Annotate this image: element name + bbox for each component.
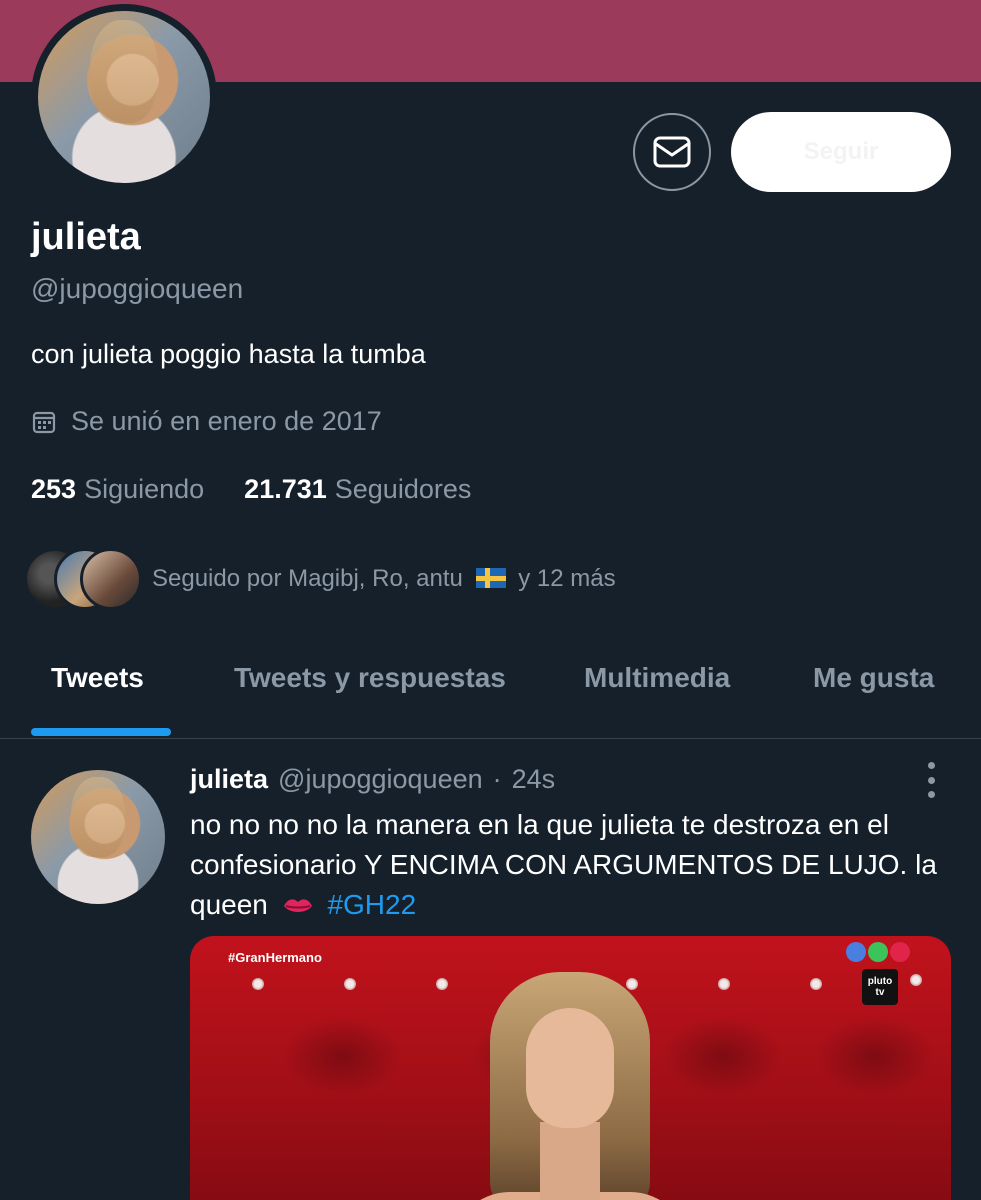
tufted-stud <box>252 978 264 990</box>
tweet-author-name[interactable]: julieta <box>190 764 268 795</box>
followed-by-suffix: y 12 más <box>518 565 616 592</box>
followed-by[interactable]: Seguido por Magibj, Ro, antu y 12 más <box>24 548 616 610</box>
follower-avatar <box>80 548 142 610</box>
tweet-avatar[interactable] <box>31 770 165 904</box>
tab-media[interactable]: Multimedia <box>584 662 730 694</box>
envelope-icon <box>653 136 691 168</box>
pluto-tv-logo: pluto tv <box>862 969 898 1005</box>
message-button[interactable] <box>633 113 711 191</box>
tweet-time[interactable]: 24s <box>512 764 556 795</box>
pluto-logo-top: pluto <box>867 976 893 987</box>
follow-button[interactable]: Seguir <box>731 112 951 192</box>
tufted-stud <box>718 978 730 990</box>
sweden-flag-icon <box>475 568 506 588</box>
profile-bio: con julieta poggio hasta la tumba <box>31 339 426 369</box>
media-person <box>450 972 690 1200</box>
tufted-stud <box>810 978 822 990</box>
profile-avatar[interactable] <box>31 4 217 190</box>
profile-stats: 253 Siguiendo 21.731 Seguidores <box>31 474 471 505</box>
tufted-stud <box>436 978 448 990</box>
calendar-icon <box>32 411 56 433</box>
tufted-stud <box>344 978 356 990</box>
joined-date: Se unió en enero de 2017 <box>31 406 382 437</box>
hashtag-link[interactable]: #GH22 <box>327 889 416 920</box>
following-stat[interactable]: 253 Siguiendo <box>31 474 204 505</box>
followers-stat[interactable]: 21.731 Seguidores <box>244 474 471 505</box>
active-tab-indicator <box>31 728 171 736</box>
tweet-text: no no no no la manera en la que julieta … <box>190 805 960 925</box>
followers-count: 21.731 <box>244 474 327 504</box>
following-label: Siguiendo <box>84 474 205 504</box>
profile-avatar-image <box>38 11 210 183</box>
tweet-media[interactable]: #GranHermano pluto tv <box>190 936 951 1200</box>
tufted-stud <box>910 974 922 986</box>
media-watermark: #GranHermano <box>228 950 322 965</box>
profile-handle: @jupoggioqueen <box>31 273 244 304</box>
profile-name: julieta <box>31 216 141 258</box>
profile-tabs: Tweets Tweets y respuestas Multimedia Me… <box>0 640 981 739</box>
tweet-author-handle[interactable]: @jupoggioqueen <box>278 764 483 795</box>
tab-likes[interactable]: Me gusta <box>813 662 934 694</box>
tab-tweets[interactable]: Tweets <box>51 662 144 694</box>
followed-by-text: Seguido por Magibj, Ro, antu y 12 más <box>152 565 616 593</box>
tab-tweets-replies[interactable]: Tweets y respuestas <box>234 662 506 694</box>
tweet-header: julieta @jupoggioqueen · 24s <box>190 764 555 795</box>
followed-by-prefix: Seguido por Magibj, Ro, antu <box>152 565 463 592</box>
pluto-logo-bottom: tv <box>875 987 885 998</box>
channel-logo-dots <box>846 942 910 962</box>
tweet-avatar-image <box>31 770 165 904</box>
followers-label: Seguidores <box>334 474 472 504</box>
kiss-lips-icon <box>283 899 312 912</box>
more-vertical-icon[interactable] <box>918 762 944 798</box>
followed-by-avatars <box>24 548 142 610</box>
joined-text: Se unió en enero de 2017 <box>71 406 382 436</box>
separator-dot: · <box>492 764 502 794</box>
following-count: 253 <box>31 474 77 504</box>
